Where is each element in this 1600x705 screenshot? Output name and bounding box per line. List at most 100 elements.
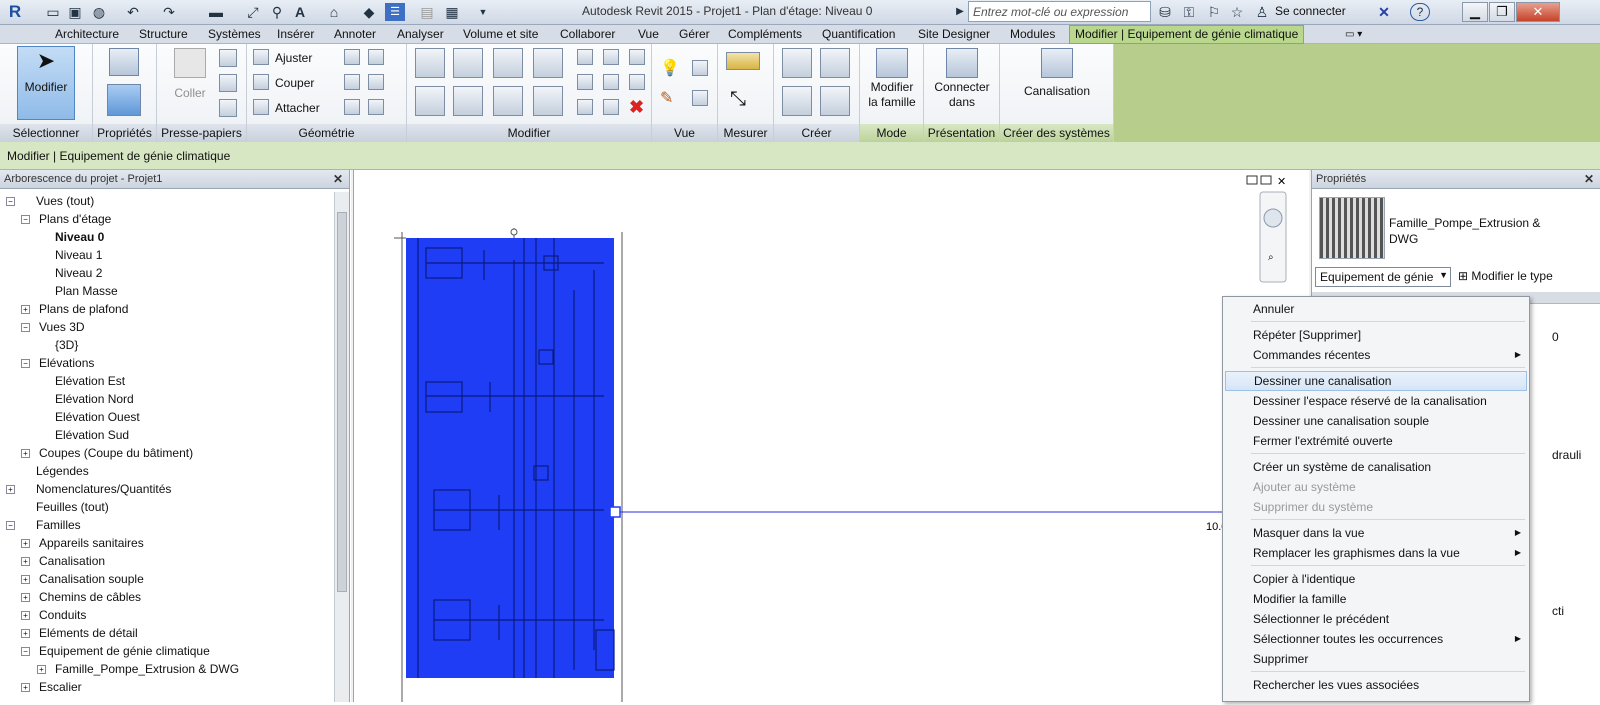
tree-item[interactable]: − Elévations bbox=[0, 354, 333, 372]
context-menu-item[interactable]: Créer un système de canalisation bbox=[1225, 457, 1527, 477]
cope-icon[interactable] bbox=[253, 49, 269, 65]
tab-analyser[interactable]: Analyser bbox=[397, 26, 444, 43]
split-gap-icon[interactable] bbox=[603, 49, 619, 65]
tree-item[interactable]: Elévation Sud bbox=[0, 426, 333, 444]
tab-site-designer[interactable]: Site Designer bbox=[918, 26, 990, 43]
create-similar-icon[interactable] bbox=[820, 86, 850, 116]
sync-icon[interactable]: ◍ bbox=[90, 3, 108, 21]
expand-icon[interactable]: + bbox=[21, 449, 30, 458]
offset-icon[interactable] bbox=[453, 48, 483, 78]
tab-annoter[interactable]: Annoter bbox=[334, 26, 376, 43]
context-menu-item[interactable]: Dessiner une canalisation souple bbox=[1225, 411, 1527, 431]
project-browser-scrollbar[interactable] bbox=[334, 192, 349, 702]
view-window-controls[interactable]: ✕ bbox=[1246, 175, 1286, 188]
restore-button[interactable]: ❐ bbox=[1489, 2, 1515, 22]
expand-icon[interactable]: + bbox=[21, 575, 30, 584]
create-parts-icon[interactable] bbox=[820, 48, 850, 78]
favorites-icon[interactable]: ☆ bbox=[1228, 3, 1246, 21]
context-menu-item[interactable]: Rechercher les vues associées bbox=[1225, 675, 1527, 695]
copy-element-icon[interactable] bbox=[453, 86, 483, 116]
context-menu-item[interactable]: Masquer dans la vue ▶ bbox=[1225, 523, 1527, 543]
collapse-icon[interactable]: − bbox=[6, 197, 15, 206]
3d-view-icon[interactable]: ⌂ bbox=[325, 3, 343, 21]
tree-item[interactable]: − Equipement de génie climatique bbox=[0, 642, 333, 660]
copy-icon[interactable] bbox=[219, 74, 237, 92]
tree-item[interactable]: + Conduits bbox=[0, 606, 333, 624]
signin-button[interactable]: Se connecter bbox=[1275, 4, 1346, 18]
expand-icon[interactable]: + bbox=[21, 683, 30, 692]
trim-multiple-icon[interactable] bbox=[603, 99, 619, 115]
properties-close-icon[interactable]: ✕ bbox=[1584, 170, 1594, 189]
pin-icon[interactable] bbox=[629, 74, 645, 90]
join-icon[interactable] bbox=[253, 99, 269, 115]
ribbon-minimize-icon[interactable]: ▭ ▾ bbox=[1345, 26, 1362, 43]
tab-gerer[interactable]: Gérer bbox=[679, 26, 710, 43]
tree-item[interactable]: Niveau 2 bbox=[0, 264, 333, 282]
help-icon[interactable]: ? bbox=[1410, 3, 1430, 21]
tree-item[interactable]: − Vues 3D bbox=[0, 318, 333, 336]
dimension-icon[interactable]: ⤢ bbox=[244, 3, 262, 21]
ajuster-button[interactable]: Ajuster bbox=[275, 50, 312, 66]
tree-item[interactable]: − Vues (tout) bbox=[0, 192, 333, 210]
split-element-icon[interactable] bbox=[577, 49, 593, 65]
demolish-icon[interactable] bbox=[368, 74, 384, 90]
split-face-icon[interactable] bbox=[344, 49, 360, 65]
scale-icon[interactable] bbox=[603, 74, 619, 90]
binoculars-icon[interactable]: ⛁ bbox=[1155, 3, 1175, 21]
hide-icon[interactable] bbox=[692, 60, 708, 76]
tree-item[interactable]: + Famille_Pompe_Extrusion & DWG bbox=[0, 660, 333, 678]
tree-item[interactable]: Niveau 0 bbox=[0, 228, 333, 246]
collapse-icon[interactable]: − bbox=[6, 521, 15, 530]
match-properties-icon[interactable] bbox=[219, 99, 237, 117]
close-button[interactable]: ✕ bbox=[1516, 2, 1560, 22]
mirror-axis-icon[interactable] bbox=[493, 48, 523, 78]
context-menu-item[interactable]: Répéter [Supprimer] bbox=[1225, 325, 1527, 345]
context-menu-item[interactable]: Dessiner l'espace réservé de la canalisa… bbox=[1225, 391, 1527, 411]
save-icon[interactable]: ▣ bbox=[66, 3, 84, 21]
context-menu-item[interactable]: Sélectionner le précédent bbox=[1225, 609, 1527, 629]
expand-icon[interactable]: + bbox=[21, 611, 30, 620]
collapse-icon[interactable]: − bbox=[21, 647, 30, 656]
wall-joins-icon[interactable] bbox=[344, 74, 360, 90]
tree-item[interactable]: + Canalisation bbox=[0, 552, 333, 570]
unpin-icon[interactable] bbox=[629, 49, 645, 65]
expand-icon[interactable]: + bbox=[21, 557, 30, 566]
search-arrow-icon[interactable]: ▶ bbox=[955, 3, 965, 21]
user-icon[interactable]: ♙ bbox=[1253, 3, 1271, 21]
align-icon[interactable] bbox=[415, 48, 445, 78]
thin-lines-icon[interactable]: ☰ bbox=[385, 3, 405, 21]
beam-icon[interactable] bbox=[344, 99, 360, 115]
delete-icon[interactable]: ✖ bbox=[629, 97, 644, 118]
revit-logo-icon[interactable]: R bbox=[4, 3, 26, 21]
cut-geometry-icon[interactable] bbox=[253, 74, 269, 90]
tab-architecture[interactable]: Architecture bbox=[55, 26, 119, 43]
tree-item[interactable]: − Plans d'étage bbox=[0, 210, 333, 228]
redo-icon[interactable]: ↷ bbox=[160, 3, 178, 21]
pipe-connector[interactable] bbox=[609, 506, 1224, 518]
project-browser-close-icon[interactable]: ✕ bbox=[333, 170, 343, 189]
tree-item[interactable]: + Escalier bbox=[0, 678, 333, 696]
canalisation-button[interactable]: Canalisation bbox=[1020, 48, 1094, 99]
communication-icon[interactable]: ⚐ bbox=[1205, 3, 1223, 21]
tab-inserer[interactable]: Insérer bbox=[277, 26, 314, 43]
tab-quantification[interactable]: Quantification bbox=[822, 26, 895, 43]
create-assembly-icon[interactable] bbox=[782, 48, 812, 78]
move-icon[interactable] bbox=[415, 86, 445, 116]
tab-modifier-equipement[interactable]: Modifier | Equipement de génie climatiqu… bbox=[1069, 25, 1305, 44]
tag-icon[interactable]: ⚲ bbox=[268, 3, 286, 21]
undo-icon[interactable]: ↶ bbox=[124, 3, 142, 21]
modifier-select-button[interactable]: ➤ Modifier bbox=[17, 46, 75, 120]
modifier-famille-button[interactable]: Modifier la famille bbox=[864, 48, 920, 110]
collapse-icon[interactable]: − bbox=[21, 215, 30, 224]
tab-structure[interactable]: Structure bbox=[139, 26, 188, 43]
tree-item[interactable]: + Chemins de câbles bbox=[0, 588, 333, 606]
type-selector[interactable]: Equipement de génie ▼ bbox=[1315, 267, 1451, 287]
aligned-dimension-icon[interactable]: ⤡ bbox=[730, 88, 746, 111]
context-menu-item[interactable]: Dessiner une canalisation bbox=[1225, 371, 1527, 391]
tree-item[interactable]: Feuilles (tout) bbox=[0, 498, 333, 516]
measure-icon[interactable]: ▬ bbox=[206, 3, 226, 21]
tab-complements[interactable]: Compléments bbox=[728, 26, 802, 43]
floor-plan-view[interactable]: ✕ ⌕ 10.0 bbox=[353, 170, 1309, 702]
context-menu-item[interactable]: Copier à l'identique bbox=[1225, 569, 1527, 589]
context-menu-item[interactable]: Commandes récentes ▶ bbox=[1225, 345, 1527, 365]
